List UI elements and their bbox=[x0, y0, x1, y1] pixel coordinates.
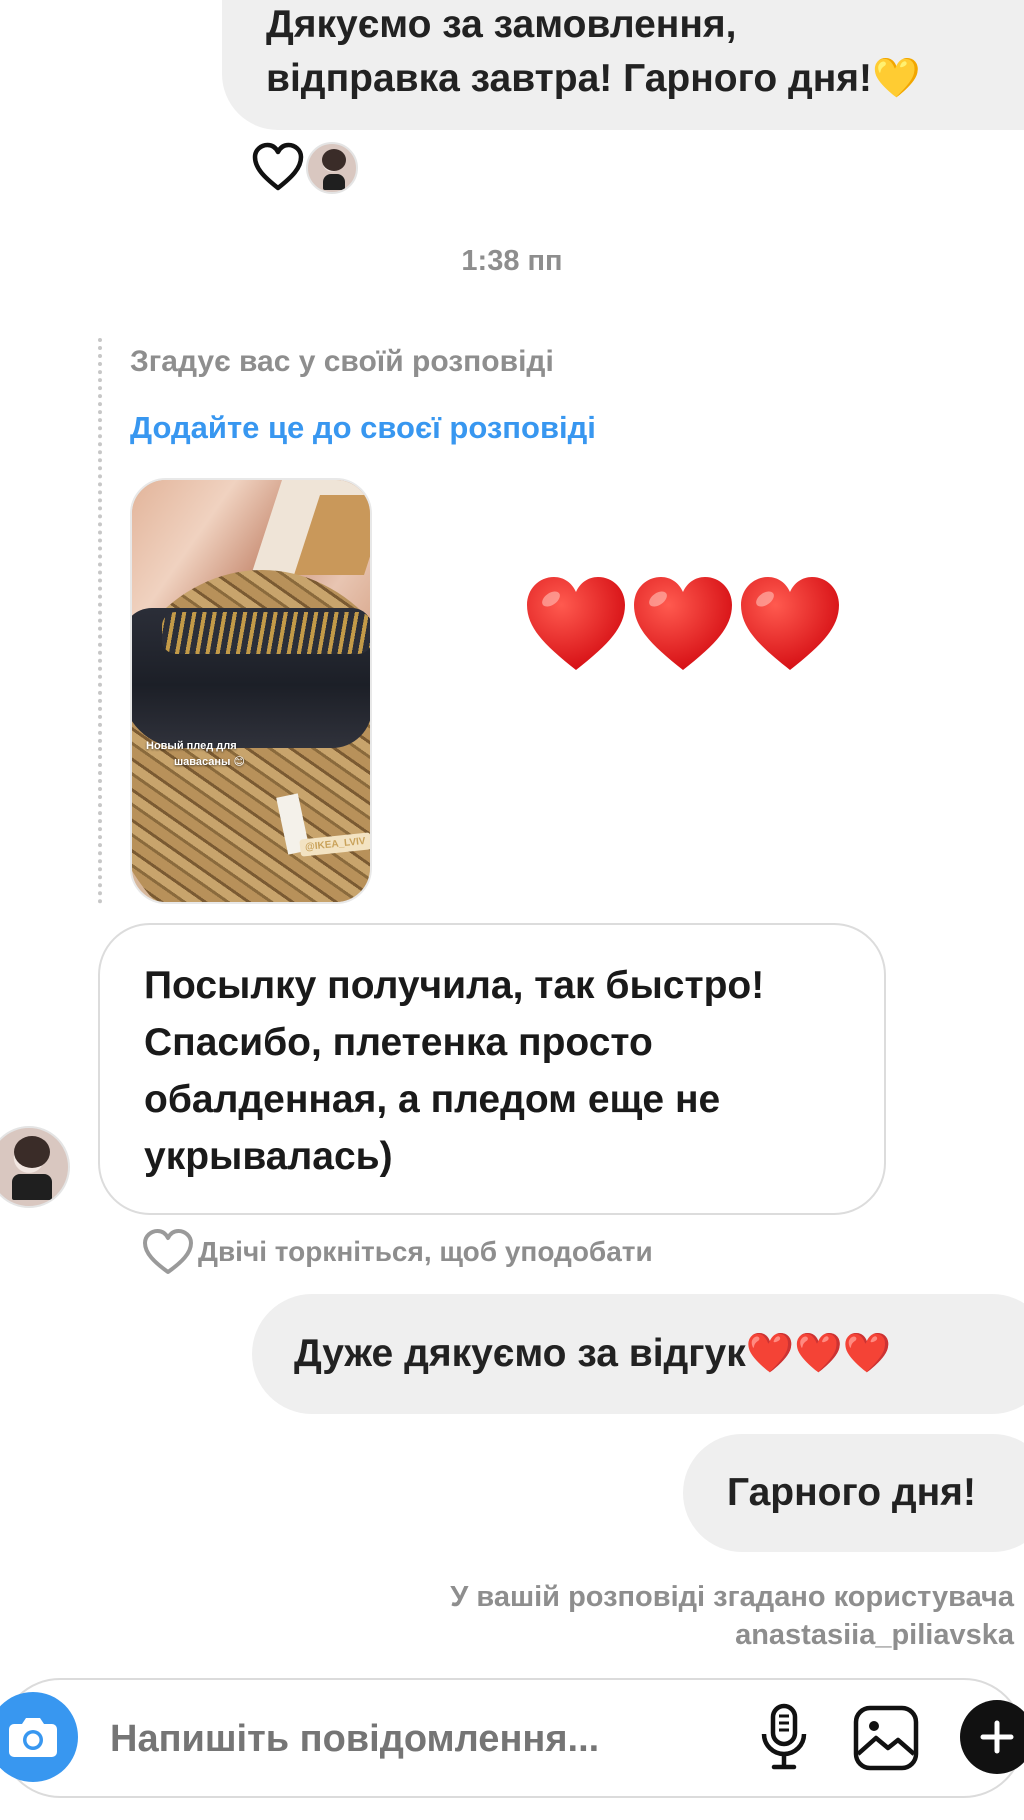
heart-emoji-group bbox=[525, 575, 845, 675]
like-heart-icon[interactable] bbox=[252, 142, 304, 192]
camera-button[interactable] bbox=[0, 1692, 78, 1782]
reactor-avatar[interactable] bbox=[306, 142, 358, 194]
message-timestamp: 1:38 пп bbox=[461, 245, 563, 277]
message-text: Дуже дякуємо за відгук❤️❤️❤️ bbox=[294, 1332, 892, 1375]
message-text-line: Посылку получила, так быстро! bbox=[144, 964, 765, 1007]
outgoing-message-bubble[interactable]: Дякуємо за замовлення, відправка завтра!… bbox=[222, 0, 1024, 130]
red-heart-icon bbox=[634, 577, 732, 670]
sender-avatar[interactable] bbox=[0, 1126, 70, 1208]
camera-icon bbox=[9, 1718, 57, 1757]
message-input[interactable] bbox=[108, 1708, 712, 1770]
more-options-button[interactable] bbox=[960, 1700, 1024, 1774]
mentioned-username[interactable]: anastasiia_piliavska bbox=[450, 1616, 1014, 1654]
story-reply-divider bbox=[98, 338, 102, 904]
outgoing-message-bubble[interactable]: Гарного дня! bbox=[683, 1434, 1024, 1552]
incoming-message-bubble[interactable]: Посылку получила, так быстро! Спасибо, п… bbox=[98, 923, 886, 1215]
gallery-button[interactable] bbox=[852, 1704, 920, 1772]
message-composer bbox=[0, 1678, 1024, 1798]
message-text-line: Дякуємо за замовлення, bbox=[266, 3, 737, 46]
message-text-line: Спасибо, плетенка просто bbox=[144, 1021, 653, 1064]
message-text-line: обалденная, а пледом еще не bbox=[144, 1078, 721, 1121]
story-caption: Новый плед для шавасаны 😊 bbox=[146, 740, 245, 768]
message-text: Гарного дня! bbox=[727, 1471, 976, 1514]
story-mention-label: Згадує вас у своїй розповіді bbox=[130, 345, 554, 378]
microphone-icon bbox=[761, 1703, 807, 1770]
microphone-button[interactable] bbox=[754, 1702, 814, 1772]
story-thumbnail[interactable]: Новый плед для шавасаны 😊 @IKEA_LVIV bbox=[130, 478, 372, 904]
gallery-icon bbox=[853, 1705, 919, 1771]
message-text-line: відправка завтра! Гарного дня!💛 bbox=[266, 57, 921, 100]
mention-notice: У вашій розповіді згадано користувача an… bbox=[450, 1578, 1014, 1654]
add-to-story-link[interactable]: Додайте це до своєї розповіді bbox=[130, 410, 596, 446]
outgoing-message-bubble[interactable]: Дуже дякуємо за відгук❤️❤️❤️ bbox=[252, 1294, 1024, 1414]
red-heart-icon bbox=[527, 577, 625, 670]
like-heart-icon[interactable] bbox=[142, 1228, 194, 1276]
plus-icon bbox=[980, 1720, 1014, 1754]
message-text-line: укрывалась) bbox=[144, 1135, 393, 1178]
red-heart-icon bbox=[741, 577, 839, 670]
double-tap-hint: Двічі торкніться, щоб уподобати bbox=[198, 1236, 653, 1267]
